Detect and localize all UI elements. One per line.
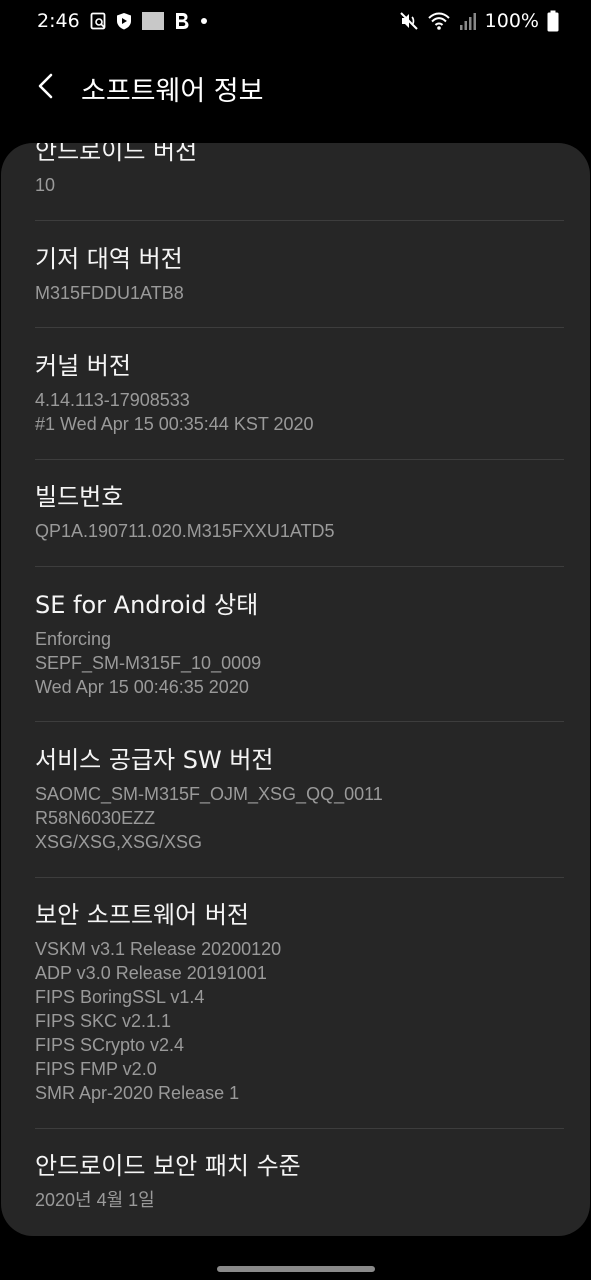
divider: [35, 220, 564, 221]
status-bar: 2:46 100%: [0, 0, 591, 46]
divider: [35, 1128, 564, 1129]
notification-icons: [90, 12, 218, 30]
more-notifications-dot-icon: [200, 12, 208, 30]
list-item-security-software-version[interactable]: 보안 소프트웨어 버전 VSKM v3.1 Release 20200120 A…: [35, 899, 564, 1105]
gesture-navigation-handle[interactable]: [217, 1266, 375, 1272]
item-value: R58N6030EZZ: [35, 808, 156, 828]
item-value: 2020년 4월 1일: [35, 1190, 155, 1210]
shield-notification-icon: [116, 12, 132, 30]
divider: [35, 877, 564, 878]
item-title: 서비스 공급자 SW 버전: [35, 746, 274, 774]
item-value: SEPF_SM-M315F_10_0009: [35, 653, 262, 673]
wifi-icon: [427, 11, 451, 31]
mute-icon: [399, 11, 419, 31]
divider: [35, 721, 564, 722]
list-item-baseband-version[interactable]: 기저 대역 버전 M315FDDU1ATB8: [35, 243, 564, 305]
item-value: #1 Wed Apr 15 00:35:44 KST 2020: [35, 414, 314, 434]
item-value: QP1A.190711.020.M315FXXU1ATD5: [35, 521, 335, 541]
item-value: ADP v3.0 Release 20191001: [35, 963, 267, 983]
back-arrow-icon: [36, 73, 56, 103]
item-title: 커널 버전: [35, 352, 131, 380]
b-app-notification-icon: [174, 12, 190, 30]
battery-percentage: 100%: [484, 10, 539, 32]
item-title: 안드로이드 보안 패치 수준: [35, 1152, 301, 1180]
divider: [35, 566, 564, 567]
item-title: 기저 대역 버전: [35, 245, 183, 273]
item-value: XSG/XSG,XSG/XSG: [35, 832, 203, 852]
item-value: M315FDDU1ATB8: [35, 283, 184, 303]
gallery-notification-icon: [142, 12, 164, 30]
list-item-service-provider-sw-version[interactable]: 서비스 공급자 SW 버전 SAOMC_SM-M315F_OJM_XSG_QQ_…: [35, 744, 564, 854]
item-title: SE for Android 상태: [35, 591, 259, 619]
item-value: FIPS FMP v2.0: [35, 1059, 157, 1079]
divider: [35, 459, 564, 460]
screenshot-notification-icon: [90, 12, 106, 30]
item-title: 보안 소프트웨어 버전: [35, 901, 249, 929]
item-title: 빌드번호: [35, 483, 124, 511]
app-bar: 소프트웨어 정보: [0, 58, 591, 118]
battery-icon: [547, 10, 559, 32]
item-value: Wed Apr 15 00:46:35 2020: [35, 677, 249, 697]
item-value: 4.14.113-17908533: [35, 390, 190, 410]
item-value: FIPS SCrypto v2.4: [35, 1035, 185, 1055]
list-item-se-android-status[interactable]: SE for Android 상태 Enforcing SEPF_SM-M315…: [35, 589, 564, 699]
divider: [35, 327, 564, 328]
item-value: FIPS SKC v2.1.1: [35, 1011, 172, 1031]
item-value: Enforcing: [35, 629, 112, 649]
list-item-android-version[interactable]: 안드로이드 버전 10: [35, 143, 564, 197]
software-info-list: 안드로이드 버전 10 기저 대역 버전 M315FDDU1ATB8 커널 버전…: [1, 143, 590, 1236]
list-item-kernel-version[interactable]: 커널 버전 4.14.113-17908533 #1 Wed Apr 15 00…: [35, 350, 564, 436]
item-value: FIPS BoringSSL v1.4: [35, 987, 205, 1007]
back-button[interactable]: [26, 70, 66, 106]
system-status-icons: 100%: [391, 10, 559, 32]
list-item-build-number[interactable]: 빌드번호 QP1A.190711.020.M315FXXU1ATD5: [35, 481, 564, 543]
item-title: 안드로이드 버전: [35, 143, 198, 165]
list-item-security-patch-level[interactable]: 안드로이드 보안 패치 수준 2020년 4월 1일: [35, 1150, 564, 1212]
status-time: 2:46: [37, 10, 80, 32]
item-value: 10: [35, 175, 56, 195]
item-value: SAOMC_SM-M315F_OJM_XSG_QQ_0011: [35, 784, 383, 804]
page-title: 소프트웨어 정보: [81, 76, 264, 107]
item-value: SMR Apr-2020 Release 1: [35, 1083, 240, 1103]
item-value: VSKM v3.1 Release 20200120: [35, 939, 282, 959]
signal-icon: [459, 11, 477, 31]
